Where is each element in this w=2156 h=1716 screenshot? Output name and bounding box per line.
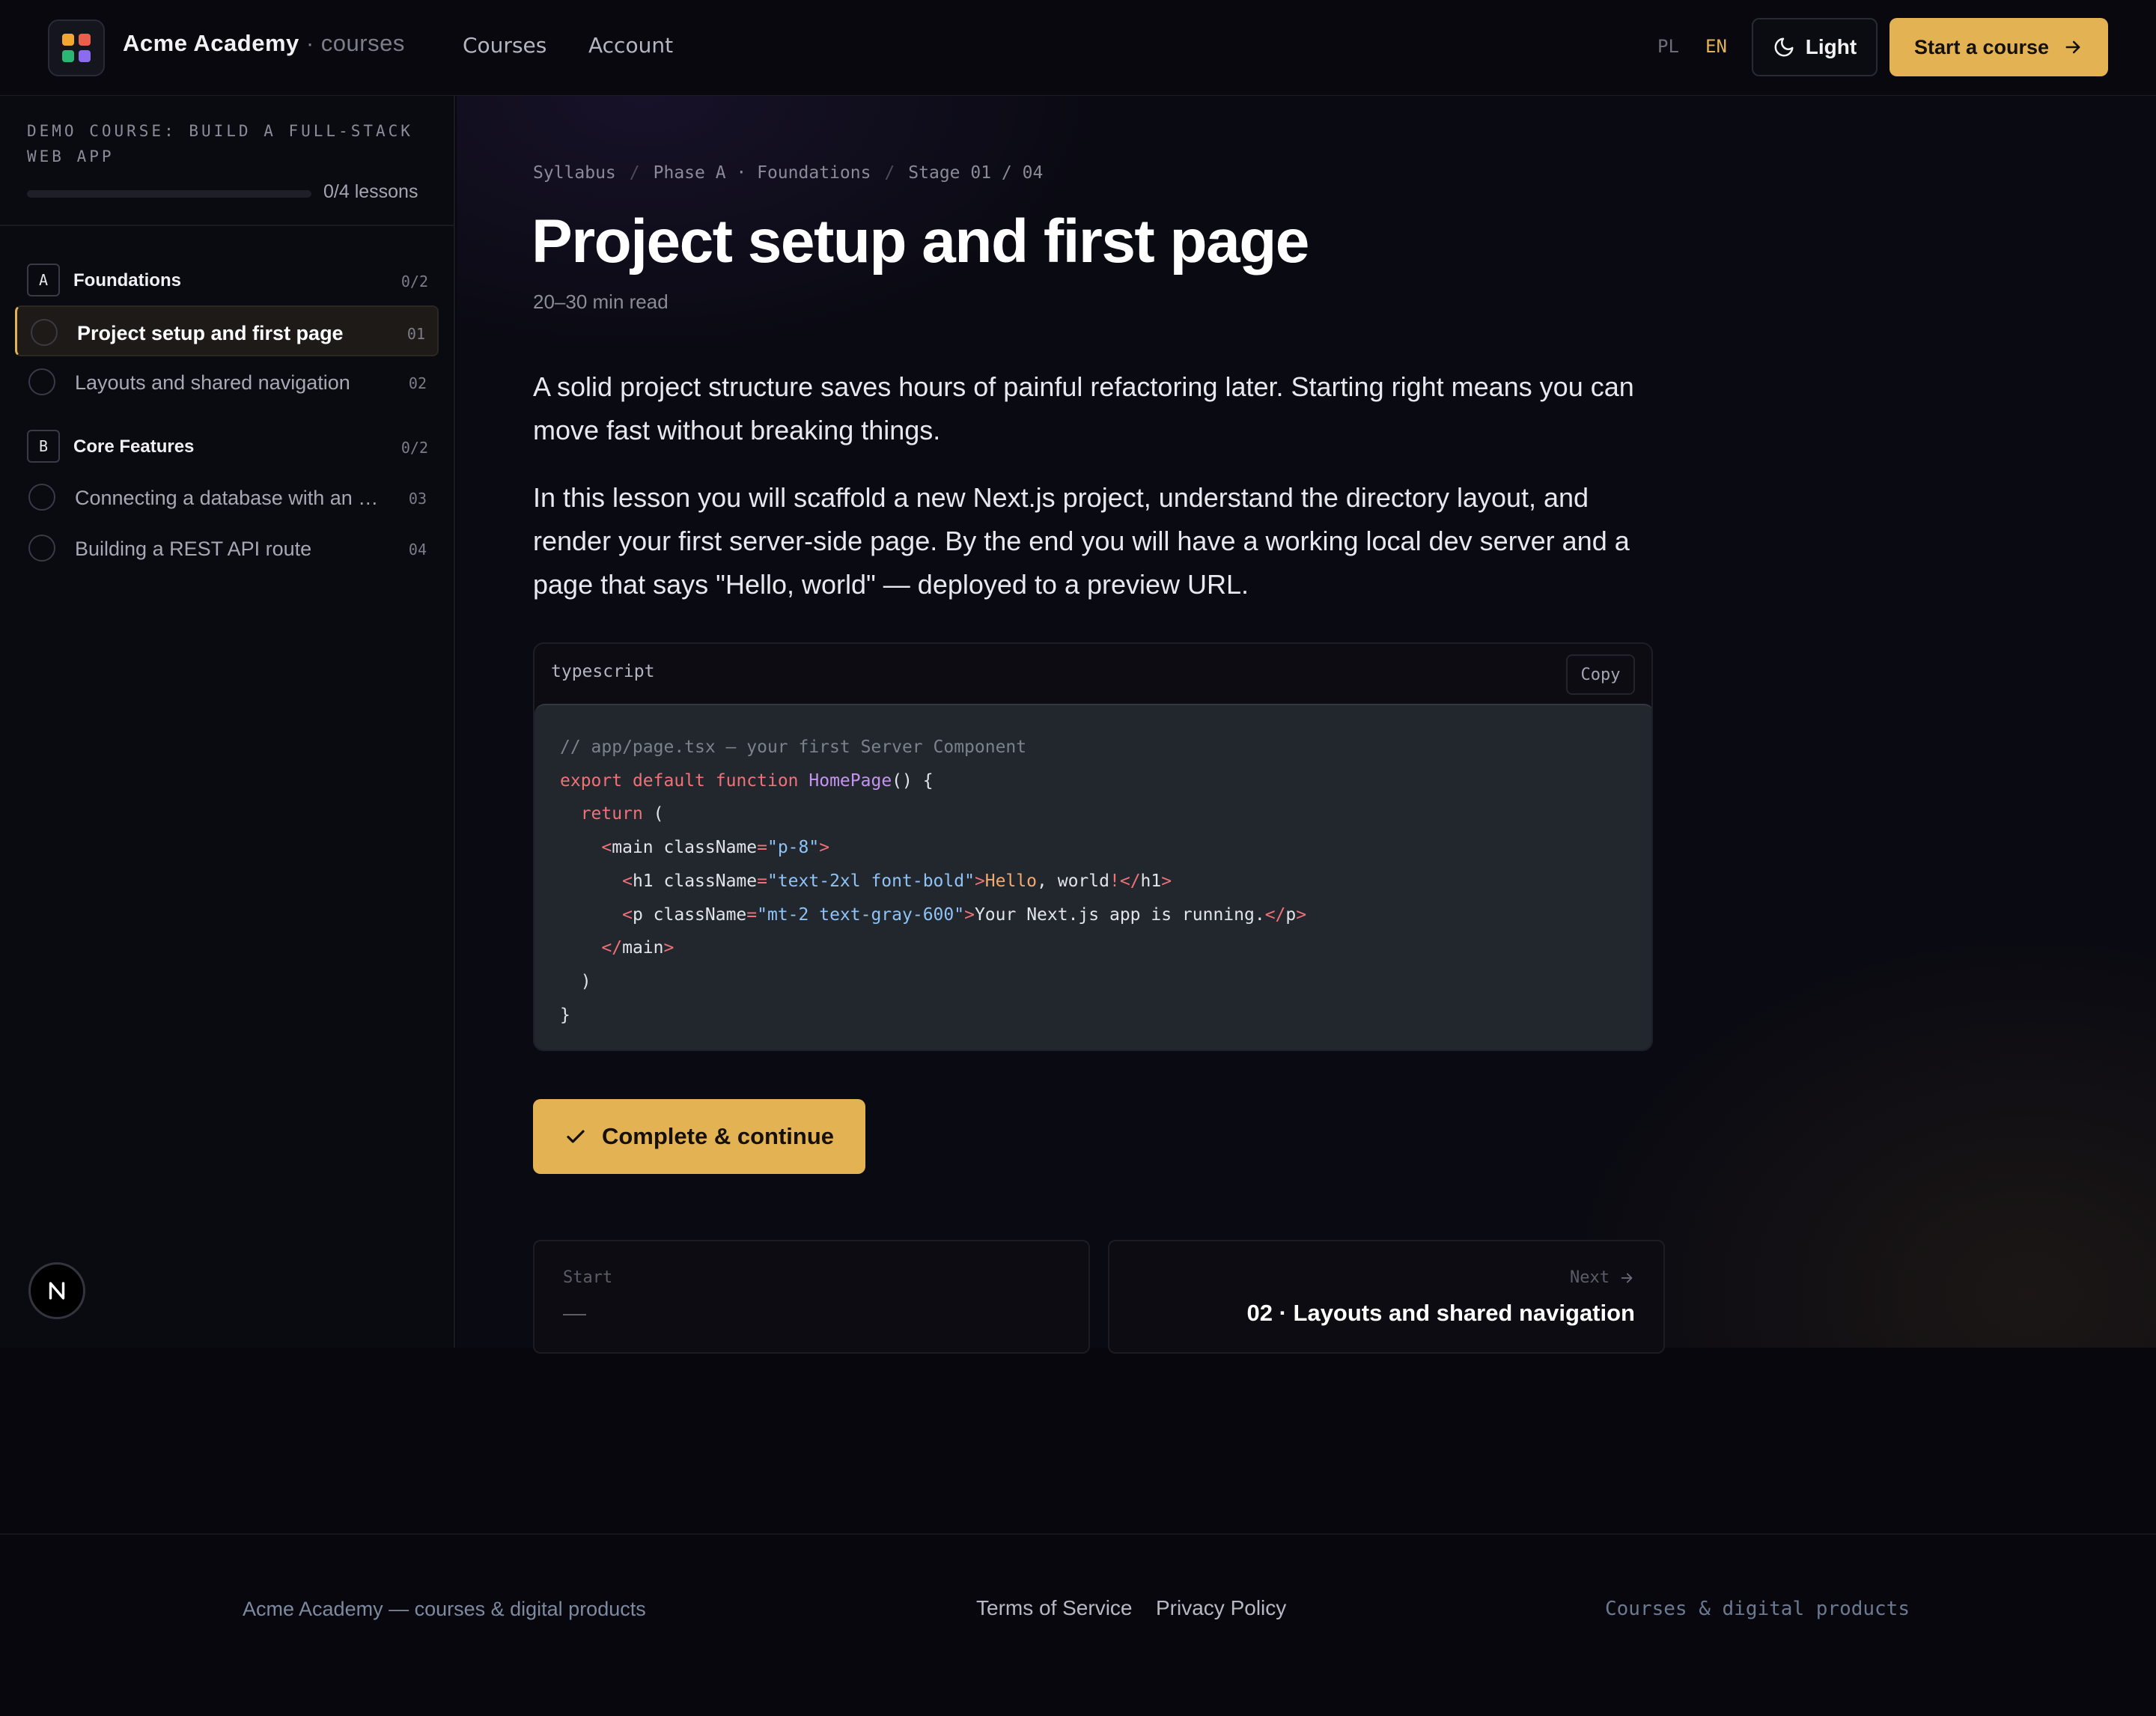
nav-account[interactable]: Account	[588, 33, 673, 58]
next-lesson-card[interactable]: Next 02 · Layouts and shared navigation	[1108, 1240, 1665, 1354]
breadcrumb-stage: Stage 01 / 04	[908, 163, 1044, 183]
section-name: Core Features	[73, 436, 195, 457]
copy-code-button[interactable]: Copy	[1566, 654, 1635, 695]
footer-terms-link[interactable]: Terms of Service	[976, 1596, 1133, 1620]
intro-paragraph: A solid project structure saves hours of…	[533, 371, 1634, 445]
lesson-number: 03	[408, 490, 427, 508]
code-block: typescript Copy // app/page.tsx — your f…	[533, 642, 1653, 1051]
lesson-status-circle-icon	[28, 484, 55, 511]
complete-continue-label: Complete & continue	[601, 1123, 834, 1149]
lang-pl[interactable]: PL	[1657, 36, 1679, 57]
prev-lesson-card: Start —	[533, 1240, 1090, 1354]
lesson-title: Building a REST API route	[75, 538, 312, 560]
lesson-item-01[interactable]: Project setup and first page 01	[15, 305, 439, 356]
theme-toggle-button[interactable]: Light	[1752, 18, 1878, 76]
breadcrumb-phase[interactable]: Phase A · Foundations	[654, 163, 871, 183]
code-content: // app/page.tsx — your first Server Comp…	[535, 704, 1651, 1050]
app-logo[interactable]	[48, 19, 105, 76]
footer-right-text: Courses & digital products	[1605, 1598, 1910, 1620]
section-header-core-features: B Core Features 0/2	[27, 430, 428, 463]
sidebar-divider	[0, 225, 454, 226]
moon-icon	[1774, 37, 1794, 57]
lesson-paragraph: In this lesson you will scaffold a new N…	[533, 482, 1630, 600]
section-count: 0/2	[401, 273, 428, 290]
breadcrumb-separator: /	[884, 163, 895, 183]
lesson-status-circle-icon	[28, 535, 55, 562]
lesson-number: 02	[408, 374, 427, 392]
footer-tagline: Acme Academy — courses & digital product…	[243, 1598, 646, 1620]
arrow-right-icon	[1621, 1273, 1633, 1283]
code-language-label: typescript	[551, 662, 655, 681]
course-title: Demo course: build a full-stack web app	[27, 122, 413, 165]
lesson-status-circle-icon	[31, 319, 58, 346]
footer-divider	[0, 1533, 2156, 1535]
n-glyph-icon	[49, 1282, 65, 1300]
course-progress-label: 0/4 lessons	[323, 181, 418, 202]
brand-title: Acme Academy	[123, 30, 299, 56]
brand-name[interactable]: Acme Academy · courses	[123, 30, 405, 57]
breadcrumb-separator: /	[629, 163, 640, 183]
checkmark-icon	[567, 1130, 585, 1143]
logo-tile-icon	[62, 50, 74, 62]
logo-tile-icon	[79, 34, 91, 46]
lang-en[interactable]: EN	[1705, 36, 1727, 57]
breadcrumb-syllabus[interactable]: Syllabus	[533, 163, 616, 183]
section-header-foundations: A Foundations 0/2	[27, 264, 428, 296]
arrow-right-icon	[2065, 40, 2080, 54]
lesson-status-circle-icon	[28, 368, 55, 395]
lesson-number: 04	[408, 541, 427, 559]
section-name: Foundations	[73, 270, 181, 290]
start-course-label: Start a course	[1913, 35, 2050, 58]
logo-tile-icon	[62, 34, 74, 46]
next-kicker-label: Next	[1570, 1268, 1610, 1287]
nav-courses[interactable]: Courses	[463, 33, 546, 58]
theme-toggle-label: Light	[1805, 35, 1857, 58]
breadcrumb: Syllabus / Phase A · Foundations / Stage…	[533, 163, 1043, 183]
section-badge: B	[27, 430, 60, 463]
n-logo-icon[interactable]	[28, 1262, 85, 1319]
section-badge: A	[27, 264, 60, 296]
brand-suffix: · courses	[299, 30, 405, 56]
next-kicker: Next	[1570, 1268, 1635, 1287]
course-progress-bar	[27, 190, 311, 198]
lesson-title: Layouts and shared navigation	[75, 371, 350, 394]
prev-value: —	[563, 1300, 586, 1326]
start-course-button[interactable]: Start a course	[1889, 18, 2108, 76]
read-time: 20–30 min read	[533, 290, 669, 313]
complete-continue-button[interactable]: Complete & continue	[533, 1099, 865, 1174]
lesson-title: Project setup and first page	[77, 322, 344, 344]
lesson-item-02[interactable]: Layouts and shared navigation 02	[15, 356, 439, 407]
next-value: 02 · Layouts and shared navigation	[1246, 1300, 1635, 1326]
lesson-item-04[interactable]: Building a REST API route 04	[15, 523, 439, 573]
lesson-number: 01	[406, 325, 425, 343]
footer-privacy-link[interactable]: Privacy Policy	[1156, 1596, 1286, 1620]
lesson-title: Connecting a database with an ORM	[75, 487, 389, 509]
lesson-item-03[interactable]: Connecting a database with an ORM 03	[15, 472, 439, 523]
logo-tile-icon	[79, 50, 91, 62]
prev-kicker: Start	[563, 1268, 613, 1287]
top-header: Acme Academy · courses Courses Account P…	[0, 0, 2156, 96]
page-title: Project setup and first page	[532, 207, 1309, 276]
course-sidebar: Demo course: build a full-stack web app …	[0, 96, 455, 1348]
section-count: 0/2	[401, 439, 428, 457]
